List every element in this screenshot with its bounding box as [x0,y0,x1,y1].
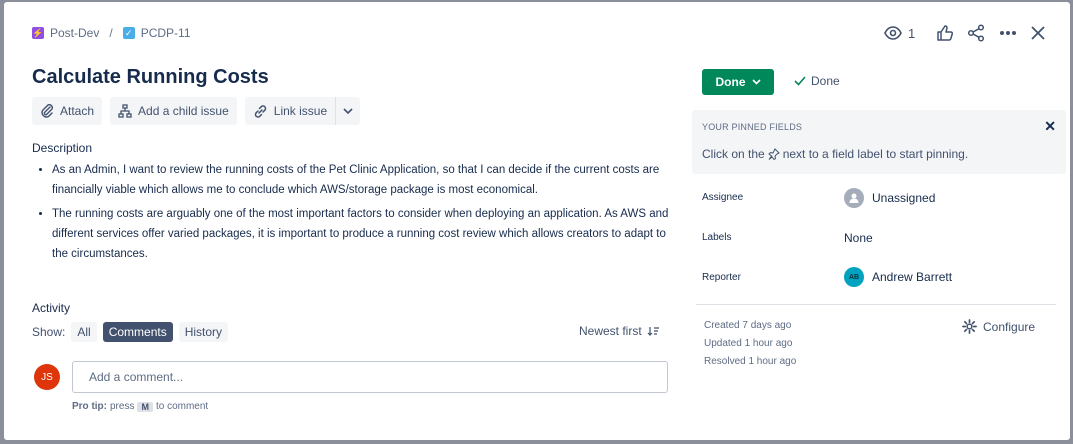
watch-button[interactable]: 1 [884,26,915,41]
reporter-label: Reporter [702,272,741,283]
pinned-fields-title: YOUR PINNED FIELDS [702,122,803,132]
link-issue-group: Link issue [244,97,361,125]
filter-history[interactable]: History [178,322,229,342]
reporter-value[interactable]: AB Andrew Barrett [844,267,952,287]
filter-comments[interactable]: Comments [102,322,173,342]
sort-button[interactable]: Newest first [579,324,659,338]
user-icon [844,188,864,208]
activity-label: Activity [32,301,71,315]
vote-button[interactable] [937,25,954,41]
status-button[interactable]: Done [702,69,774,95]
pro-tip-press: press [110,401,135,412]
description-item: The running costs are arguably one of th… [52,204,672,264]
avatar: AB [844,267,864,287]
status-label: Done [715,75,746,89]
created-date: Created 7 days ago [704,320,792,331]
child-issue-icon [118,104,132,118]
activity-filter: Show: All Comments History [32,322,229,342]
add-child-issue-button[interactable]: Add a child issue [110,97,237,125]
chevron-down-icon [343,108,353,114]
more-actions-dropdown[interactable] [335,97,360,125]
thumbs-up-icon [937,25,954,41]
breadcrumb-project[interactable]: Post-Dev [50,26,99,40]
task-icon: ✓ [122,27,135,39]
more-actions-button[interactable] [999,30,1017,36]
link-issue-label: Link issue [273,104,328,118]
filter-all[interactable]: All [71,322,97,342]
share-icon [968,24,985,42]
avatar: JS [34,364,60,390]
divider [696,304,1056,305]
close-icon[interactable]: ✕ [1044,118,1056,135]
reporter-name: Andrew Barrett [872,270,953,284]
resolution-status: Done [794,74,840,88]
issue-modal: ⚡ Post-Dev / ✓ PCDP-11 1 Calculate Runni… [4,2,1070,440]
pro-tip: Pro tip: press M to comment [72,401,208,412]
description-body[interactable]: As an Admin, I want to review the runnin… [32,160,672,268]
issue-title[interactable]: Calculate Running Costs [32,66,269,89]
share-button[interactable] [967,24,985,42]
attach-label: Attach [60,104,95,118]
header-actions: 1 [884,24,1045,42]
issue-actions: Attach Add a child issue Link issue [32,97,361,125]
breadcrumb-issue-key[interactable]: PCDP-11 [141,26,191,40]
link-issue-button[interactable]: Link issue [245,97,335,125]
pinned-fields-hint: Click on the next to a field label to st… [702,147,968,161]
watch-count: 1 [908,25,916,41]
breadcrumb-separator: / [109,26,113,40]
resolved-date: Resolved 1 hour ago [704,356,797,367]
check-icon [794,76,806,86]
assignee-label: Assignee [702,192,744,203]
pro-tip-rest: to comment [155,401,209,412]
epic-icon: ⚡ [32,27,44,39]
add-child-label: Add a child issue [138,104,229,118]
link-icon [254,104,266,118]
assignee-value[interactable]: Unassigned [844,188,935,208]
resolution-label: Done [811,74,840,88]
pinned-hint-after: next to a field label to start pinning. [782,147,969,161]
configure-button[interactable]: Configure [962,319,1035,334]
close-icon [1031,26,1045,40]
description-label: Description [32,141,93,155]
sort-label: Newest first [579,324,642,338]
gear-icon [962,319,977,334]
paperclip-icon [41,104,53,118]
more-icon [1000,31,1017,35]
pro-tip-key: M [137,401,153,412]
description-item: As an Admin, I want to review the runnin… [52,160,672,200]
attach-button[interactable]: Attach [32,97,103,125]
updated-date: Updated 1 hour ago [704,338,793,349]
pinned-fields-panel: YOUR PINNED FIELDS ✕ Click on the next t… [692,110,1066,174]
sort-icon [647,327,659,336]
pinned-hint-before: Click on the [702,147,765,161]
breadcrumb: ⚡ Post-Dev / ✓ PCDP-11 [32,26,191,40]
eye-icon [884,26,902,40]
assignee-name: Unassigned [872,191,936,205]
labels-label: Labels [702,232,732,243]
close-button[interactable] [1031,26,1045,40]
pro-tip-label: Pro tip: [72,401,107,412]
labels-value[interactable]: None [844,231,873,245]
configure-label: Configure [983,319,1036,334]
chevron-down-icon [751,79,761,85]
pin-icon [767,148,780,160]
comment-input[interactable]: Add a comment... [72,361,668,393]
show-label: Show: [32,325,66,339]
